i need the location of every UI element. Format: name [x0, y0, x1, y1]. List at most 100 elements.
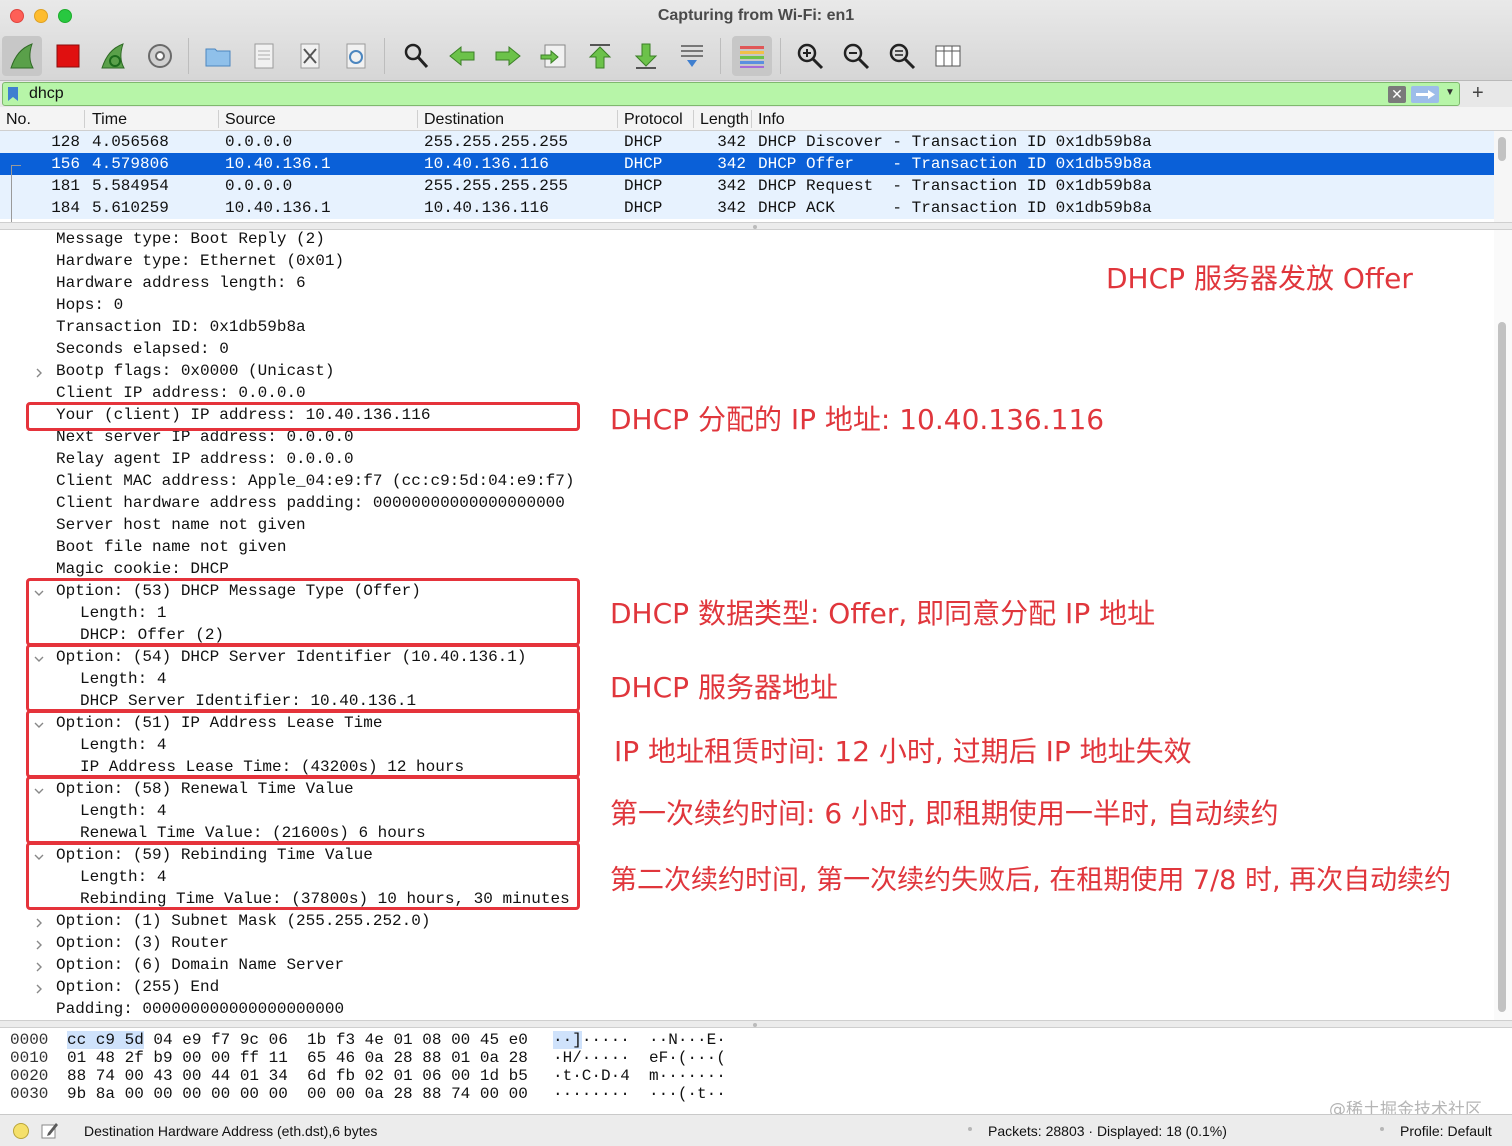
- expert-info-icon[interactable]: [13, 1123, 29, 1139]
- column-divider: [417, 110, 418, 128]
- column-length[interactable]: Length: [700, 111, 748, 129]
- column-no[interactable]: No.: [6, 111, 31, 129]
- column-divider: [751, 110, 752, 128]
- clear-icon[interactable]: ✕: [1388, 86, 1406, 103]
- detail-line[interactable]: Hardware type: Ethernet (0x01): [56, 252, 344, 274]
- stop-capture-button[interactable]: [48, 36, 88, 76]
- pane-splitter[interactable]: [0, 222, 1512, 230]
- detail-line[interactable]: Hardware address length: 6: [56, 274, 306, 296]
- resize-columns-icon: [935, 45, 961, 67]
- filter-history-dropdown[interactable]: ▼: [1445, 87, 1455, 98]
- highlight-option-54: [26, 644, 580, 712]
- hex-ascii-highlight[interactable]: ··]: [553, 1031, 582, 1049]
- hex-ascii[interactable]: ·H/····· eF·(···(: [553, 1049, 726, 1069]
- cell-length: 342: [717, 177, 746, 195]
- display-filter-input[interactable]: [29, 84, 1369, 104]
- scrollbar-thumb[interactable]: [1498, 322, 1506, 1012]
- detail-line[interactable]: Client hardware address padding: 0000000…: [56, 494, 565, 516]
- detail-line[interactable]: Seconds elapsed: 0: [56, 340, 229, 362]
- hex-bytes[interactable]: 01 48 2f b9 00 00 ff 11 65 46 0a 28 88 0…: [67, 1049, 528, 1069]
- display-filter-field[interactable]: ✕ ▼: [2, 82, 1460, 106]
- status-grip[interactable]: [968, 1127, 972, 1131]
- detail-line[interactable]: Transaction ID: 0x1db59b8a: [56, 318, 306, 340]
- column-divider: [617, 110, 618, 128]
- detail-line[interactable]: Option: (3) Router: [56, 934, 229, 956]
- zoom-in-button[interactable]: [790, 36, 830, 76]
- reload-file-button[interactable]: [336, 36, 376, 76]
- cell-protocol: DHCP: [624, 133, 663, 151]
- detail-line[interactable]: Server host name not given: [56, 516, 306, 538]
- zoom-out-button[interactable]: [836, 36, 876, 76]
- column-destination[interactable]: Destination: [424, 111, 504, 129]
- go-first-icon: [588, 44, 612, 69]
- close-file-button[interactable]: [290, 36, 330, 76]
- open-file-button[interactable]: [198, 36, 238, 76]
- status-grip[interactable]: [1380, 1127, 1384, 1131]
- detail-line[interactable]: Option: (6) Domain Name Server: [56, 956, 344, 978]
- resize-columns-button[interactable]: [928, 36, 968, 76]
- hex-bytes[interactable]: 88 74 00 43 00 44 01 34 6d fb 02 01 06 0…: [67, 1067, 528, 1087]
- chevron-right-icon[interactable]: [34, 984, 44, 994]
- chevron-right-icon[interactable]: [34, 940, 44, 950]
- apply-arrow-icon[interactable]: [1411, 86, 1439, 103]
- zoom-normal-button[interactable]: [882, 36, 922, 76]
- edit-comment-icon[interactable]: [41, 1121, 59, 1139]
- highlight-option-58: [26, 776, 580, 844]
- detail-line[interactable]: Bootp flags: 0x0000 (Unicast): [56, 362, 334, 384]
- go-forward-button[interactable]: [488, 36, 528, 76]
- cell-destination: 10.40.136.116: [424, 199, 549, 217]
- zoom-normal-icon: [889, 43, 916, 70]
- colorize-button[interactable]: [732, 36, 772, 76]
- scrollbar-thumb[interactable]: [1498, 137, 1506, 161]
- detail-line[interactable]: Boot file name not given: [56, 538, 286, 560]
- add-filter-button[interactable]: +: [1472, 82, 1484, 105]
- go-first-button[interactable]: [580, 36, 620, 76]
- autoscroll-button[interactable]: [672, 36, 712, 76]
- profile-label[interactable]: Profile: Default: [1400, 1123, 1492, 1139]
- column-source[interactable]: Source: [225, 111, 276, 129]
- go-back-icon: [449, 45, 475, 67]
- packet-row[interactable]: 184 5.610259 10.40.136.1 10.40.136.116 DHCP 3…: [0, 197, 1494, 219]
- go-to-packet-button[interactable]: [534, 36, 574, 76]
- chevron-right-icon[interactable]: [34, 918, 44, 928]
- capture-options-button[interactable]: [140, 36, 180, 76]
- packet-details-scrollbar[interactable]: [1494, 230, 1512, 1020]
- bookmark-icon[interactable]: [7, 86, 19, 102]
- hex-bytes[interactable]: 9b 8a 00 00 00 00 00 00 00 00 0a 28 88 7…: [67, 1085, 528, 1105]
- restart-capture-button[interactable]: [94, 36, 134, 76]
- cell-length: 342: [717, 133, 746, 151]
- packet-row[interactable]: 156 4.579806 10.40.136.1 10.40.136.116 DHCP 3…: [0, 153, 1494, 175]
- go-last-button[interactable]: [626, 36, 666, 76]
- hex-ascii[interactable]: ········ ···(·t··: [553, 1085, 726, 1105]
- detail-line[interactable]: Hops: 0: [56, 296, 123, 318]
- chevron-right-icon[interactable]: [34, 962, 44, 972]
- packet-row[interactable]: 128 4.056568 0.0.0.0 255.255.255.255 DHCP 342…: [0, 131, 1494, 153]
- chevron-right-icon[interactable]: [34, 368, 44, 378]
- hex-ascii-text: ····· ··N···E·: [581, 1031, 726, 1049]
- packet-row[interactable]: 181 5.584954 0.0.0.0 255.255.255.255 DHCP 342…: [0, 175, 1494, 197]
- pane-splitter[interactable]: [0, 1020, 1512, 1028]
- hex-bytes-highlight[interactable]: cc c9 5d: [67, 1031, 144, 1049]
- hex-ascii[interactable]: ··]····· ··N···E·: [553, 1031, 726, 1051]
- find-packet-button[interactable]: [396, 36, 436, 76]
- hex-ascii[interactable]: ·t·C·D·4 m·······: [553, 1067, 726, 1087]
- go-back-button[interactable]: [442, 36, 482, 76]
- detail-line[interactable]: Option: (1) Subnet Mask (255.255.252.0): [56, 912, 430, 934]
- hex-ascii-text: ········ ···(·t··: [553, 1085, 726, 1103]
- column-info[interactable]: Info: [758, 111, 785, 129]
- column-time[interactable]: Time: [92, 111, 127, 129]
- detail-line[interactable]: Message type: Boot Reply (2): [56, 230, 325, 252]
- close-file-icon: [300, 43, 320, 69]
- column-protocol[interactable]: Protocol: [624, 111, 683, 129]
- detail-line[interactable]: Client MAC address: Apple_04:e9:f7 (cc:c…: [56, 472, 574, 494]
- cell-info: DHCP Discover - Transaction ID 0x1db59b8…: [758, 133, 1152, 151]
- cell-info: DHCP Request - Transaction ID 0x1db59b8a: [758, 177, 1152, 195]
- packet-list-scrollbar[interactable]: [1494, 131, 1512, 222]
- detail-line[interactable]: Next server IP address: 0.0.0.0: [56, 428, 354, 450]
- save-file-button[interactable]: [244, 36, 284, 76]
- detail-line[interactable]: Padding: 000000000000000000000: [56, 1000, 344, 1020]
- start-capture-button[interactable]: [2, 36, 42, 76]
- detail-line[interactable]: Relay agent IP address: 0.0.0.0: [56, 450, 354, 472]
- hex-bytes[interactable]: cc c9 5d 04 e9 f7 9c 06 1b f3 4e 01 08 0…: [67, 1031, 528, 1051]
- detail-line[interactable]: Option: (255) End: [56, 978, 219, 1000]
